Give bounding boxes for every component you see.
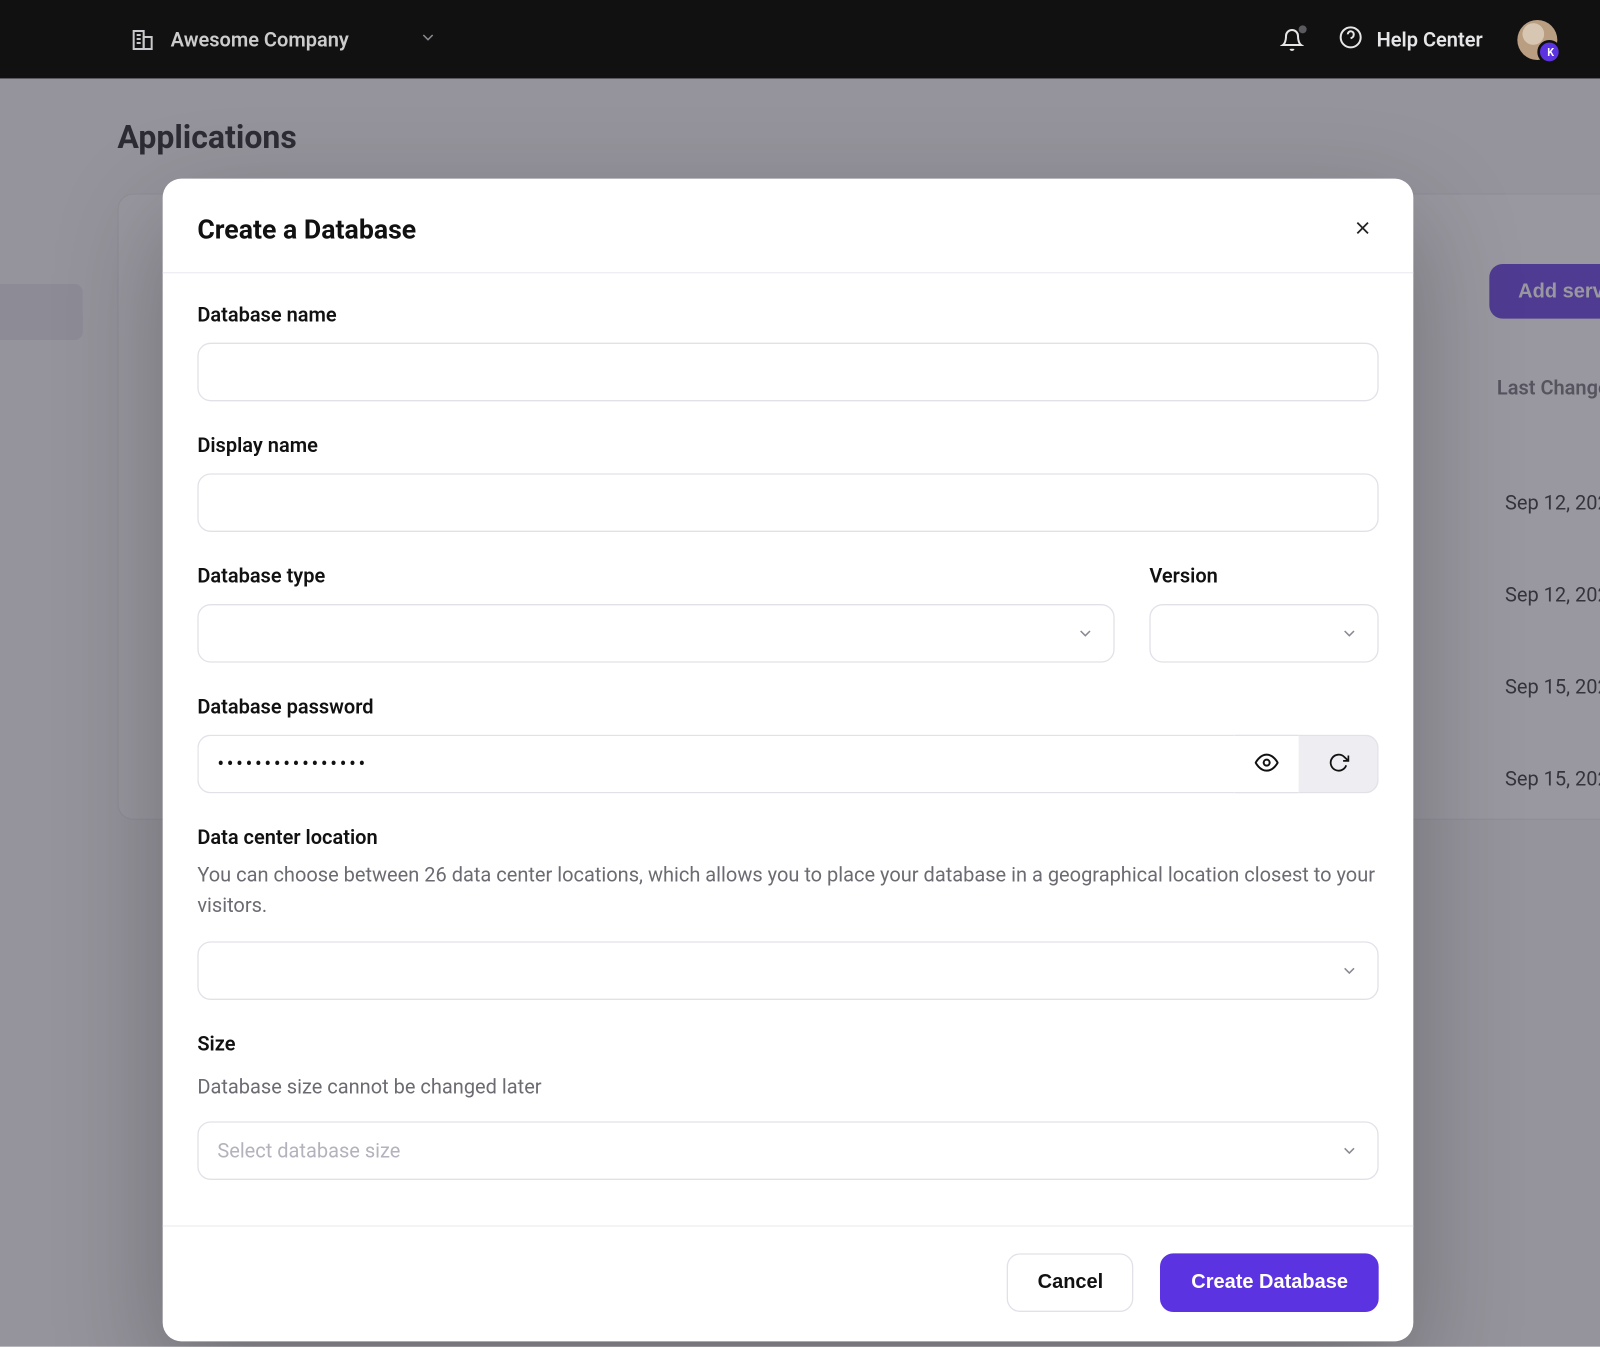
help-icon [1339, 25, 1363, 54]
toggle-password-visibility-button[interactable] [1235, 735, 1299, 794]
database-name-input-el[interactable] [217, 361, 1358, 384]
field-type-version: Database type Version [197, 564, 1378, 663]
eye-icon [1255, 750, 1279, 778]
create-database-modal: Create a Database Database name Display … [163, 179, 1414, 1341]
field-database-name: Database name [197, 303, 1378, 402]
close-button[interactable] [1347, 213, 1379, 245]
company-selector[interactable]: Awesome Company [131, 27, 437, 52]
location-select[interactable] [197, 941, 1378, 1000]
password-input[interactable]: •••••••••••••••• [197, 735, 1234, 794]
database-type-select[interactable] [197, 604, 1114, 663]
field-size: Size Database size cannot be changed lat… [197, 1031, 1378, 1179]
close-icon [1352, 217, 1373, 242]
chevron-down-icon [1340, 624, 1359, 643]
help-center-link[interactable]: Help Center [1339, 25, 1482, 54]
label-version: Version [1149, 564, 1378, 588]
label-database-type: Database type [197, 564, 1114, 588]
display-name-input[interactable] [197, 473, 1378, 532]
database-name-input[interactable] [197, 343, 1378, 402]
avatar-badge-letter: K [1543, 45, 1559, 61]
label-password: Database password [197, 695, 1378, 719]
app-header: Awesome Company Help Center K [0, 0, 1600, 79]
display-name-input-el[interactable] [217, 491, 1358, 514]
help-size: Database size cannot be changed later [197, 1071, 1378, 1102]
header-actions: Help Center K [1281, 19, 1558, 59]
cancel-button[interactable]: Cancel [1007, 1253, 1134, 1312]
chevron-down-icon [1340, 961, 1359, 980]
size-select[interactable]: Select database size [197, 1121, 1378, 1180]
notification-dot-icon [1299, 25, 1307, 33]
help-location: You can choose between 26 data center lo… [197, 860, 1378, 922]
modal-title: Create a Database [197, 213, 416, 245]
modal-header: Create a Database [163, 179, 1414, 274]
chevron-down-icon [1340, 1141, 1359, 1160]
help-center-label: Help Center [1377, 27, 1483, 51]
regenerate-password-button[interactable] [1299, 735, 1379, 794]
size-placeholder: Select database size [217, 1138, 400, 1162]
label-display-name: Display name [197, 433, 1378, 457]
notifications-button[interactable] [1281, 27, 1305, 51]
refresh-icon [1327, 751, 1348, 776]
field-location: Data center location You can choose betw… [197, 825, 1378, 999]
password-value: •••••••••••••••• [217, 752, 368, 776]
modal-footer: Cancel Create Database [163, 1225, 1414, 1341]
label-database-name: Database name [197, 303, 1378, 327]
company-icon [131, 27, 155, 51]
chevron-down-icon [1076, 624, 1095, 643]
label-location: Data center location [197, 825, 1378, 849]
avatar[interactable]: K [1517, 19, 1557, 59]
company-name: Awesome Company [171, 27, 349, 51]
field-display-name: Display name [197, 433, 1378, 532]
modal-body: Database name Display name Database type [163, 273, 1414, 1225]
version-select[interactable] [1149, 604, 1378, 663]
label-size: Size [197, 1031, 1378, 1055]
chevron-down-icon [418, 27, 437, 52]
create-database-button[interactable]: Create Database [1161, 1253, 1379, 1312]
field-password: Database password •••••••••••••••• [197, 695, 1378, 794]
